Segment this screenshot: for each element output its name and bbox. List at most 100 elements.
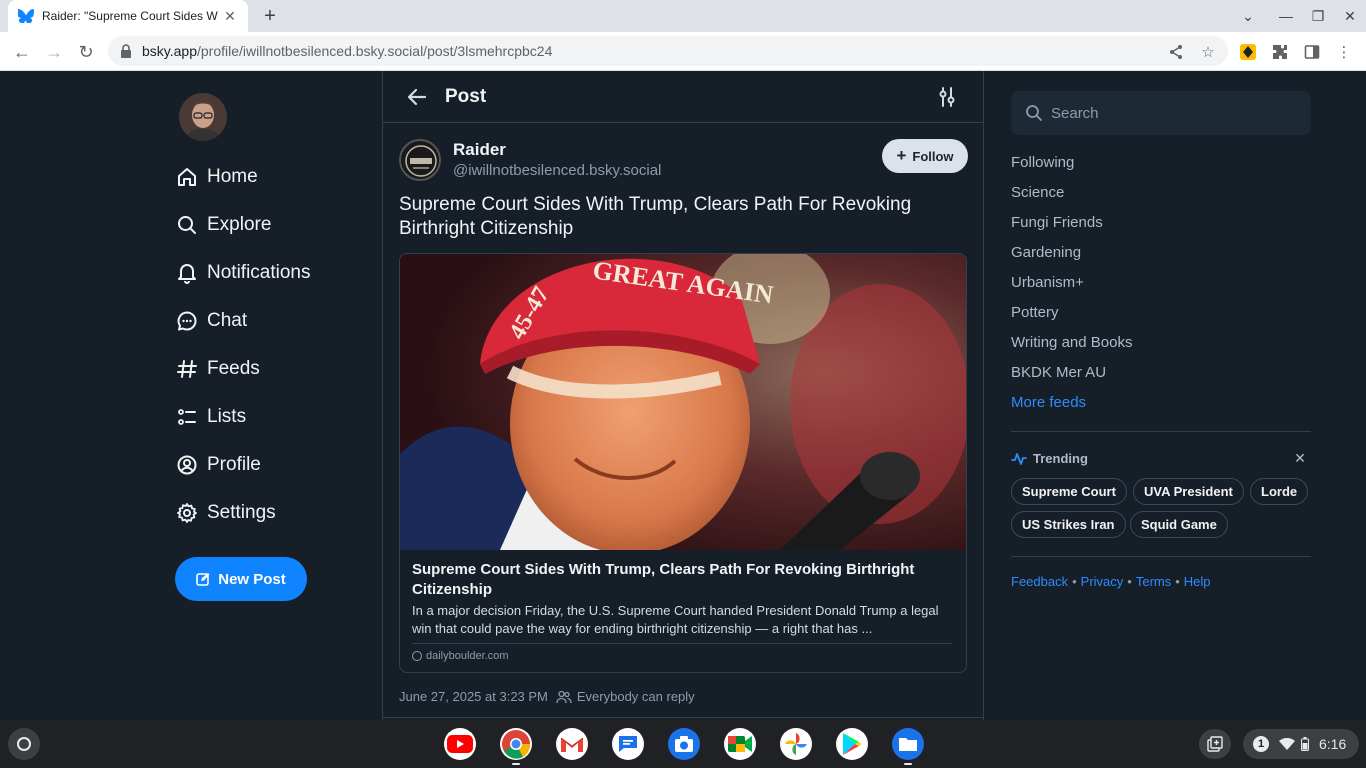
nav-home-label: Home [207, 166, 258, 187]
new-post-button[interactable]: New Post [175, 557, 307, 601]
footer-terms-link[interactable]: Terms [1136, 574, 1171, 589]
bluesky-page: Home Explore Notifications Chat Feeds Li… [0, 71, 1366, 720]
footer-help-link[interactable]: Help [1184, 574, 1211, 589]
footer-feedback-link[interactable]: Feedback [1011, 574, 1068, 589]
tab-title: Raider: "Supreme Court Sides Wi [42, 9, 218, 23]
url-path: /profile/iwillnotbesilenced.bsky.social/… [197, 43, 553, 59]
feed-link-science[interactable]: Science [1011, 184, 1064, 201]
close-window-icon[interactable]: ✕ [1340, 6, 1360, 26]
close-tab-icon[interactable]: ✕ [222, 8, 238, 24]
page-title: Post [445, 86, 487, 107]
trending-chip-us-strikes-iran[interactable]: US Strikes Iran [1011, 511, 1126, 538]
nav-explore-label: Explore [207, 214, 272, 235]
gmail-app-icon[interactable] [556, 728, 588, 760]
camera-app-icon[interactable] [668, 728, 700, 760]
separator-dot: • [1175, 574, 1180, 589]
extension-badge-icon[interactable] [1237, 41, 1259, 63]
trending-chip-lorde[interactable]: Lorde [1250, 478, 1309, 505]
notification-count-badge: 1 [1253, 736, 1269, 752]
reload-icon[interactable]: ↻ [73, 39, 99, 65]
trending-chip-supreme-court[interactable]: Supreme Court [1011, 478, 1127, 505]
user-avatar[interactable] [179, 93, 227, 141]
close-trending-icon[interactable]: ✕ [1293, 451, 1307, 465]
play-store-app-icon[interactable] [836, 728, 868, 760]
feed-link-gardening[interactable]: Gardening [1011, 244, 1081, 261]
thread-settings-icon[interactable] [935, 85, 959, 109]
post-timestamp[interactable]: June 27, 2025 at 3:23 PM [399, 689, 548, 704]
gear-icon [175, 501, 199, 525]
more-feeds-link[interactable]: More feeds [1011, 394, 1086, 411]
youtube-app-icon[interactable] [444, 728, 476, 760]
search-input[interactable]: Search [1011, 91, 1311, 135]
link-card[interactable]: GREAT AGAIN 45-47 Supreme Court Sides Wi… [399, 253, 967, 673]
nav-profile[interactable]: Profile [175, 447, 261, 483]
more-menu-icon[interactable]: ⋮ [1333, 41, 1355, 63]
share-icon[interactable] [1165, 41, 1187, 63]
nav-settings[interactable]: Settings [175, 495, 276, 531]
nav-notifications[interactable]: Notifications [175, 255, 311, 291]
nav-explore[interactable]: Explore [175, 207, 271, 243]
url-host: bsky.app [142, 43, 197, 59]
launcher-icon [17, 737, 31, 751]
link-card-divider [412, 643, 952, 644]
nav-lists[interactable]: Lists [175, 399, 246, 435]
nav-profile-label: Profile [207, 454, 261, 475]
meet-app-icon[interactable] [724, 728, 756, 760]
trending-title: Trending [1033, 451, 1088, 466]
post-header: Post [383, 71, 983, 123]
nav-lists-label: Lists [207, 406, 247, 427]
feed-link-bkdk-mer-au[interactable]: BKDK Mer AU [1011, 364, 1106, 381]
feed-link-writing-and-books[interactable]: Writing and Books [1011, 334, 1132, 351]
browser-tab[interactable]: Raider: "Supreme Court Sides Wi ✕ [8, 0, 248, 32]
nav-feeds-label: Feeds [207, 358, 260, 379]
search-icon [175, 213, 199, 237]
search-placeholder: Search [1051, 104, 1099, 122]
people-icon [556, 690, 572, 704]
back-arrow-icon[interactable]: ← [9, 39, 35, 65]
chrome-app-icon[interactable] [500, 728, 532, 760]
messages-app-icon[interactable] [612, 728, 644, 760]
bookmark-star-icon[interactable]: ☆ [1197, 41, 1219, 63]
nav-home[interactable]: Home [175, 159, 258, 195]
trending-chip-squid-game[interactable]: Squid Game [1130, 511, 1228, 538]
restore-icon[interactable]: ❐ [1308, 6, 1328, 26]
link-card-image: GREAT AGAIN 45-47 [400, 254, 966, 550]
follow-button[interactable]: + Follow [882, 139, 968, 173]
footer-privacy-link[interactable]: Privacy [1081, 574, 1124, 589]
feed-link-following[interactable]: Following [1011, 154, 1074, 171]
divider [1011, 556, 1311, 557]
back-arrow-icon[interactable] [405, 85, 429, 109]
running-indicator [512, 763, 520, 765]
launcher-button[interactable] [8, 728, 40, 760]
reply-setting[interactable]: Everybody can reply [577, 689, 695, 704]
browser-tab-strip: Raider: "Supreme Court Sides Wi ✕ + ⌄ — … [0, 0, 1366, 32]
tab-search-chevron-icon[interactable]: ⌄ [1238, 6, 1258, 26]
separator-dot: • [1072, 574, 1077, 589]
author-name[interactable]: Raider [453, 140, 506, 160]
link-card-domain-text: dailyboulder.com [426, 650, 509, 662]
virtual-desks-icon[interactable] [1199, 729, 1231, 759]
author-avatar[interactable] [399, 139, 441, 181]
feed-link-pottery[interactable]: Pottery [1011, 304, 1059, 321]
separator-dot: • [1127, 574, 1132, 589]
feed-link-urbanism[interactable]: Urbanism+ [1011, 274, 1084, 291]
forward-arrow-icon[interactable]: → [41, 39, 67, 65]
photos-app-icon[interactable] [780, 728, 812, 760]
extensions-puzzle-icon[interactable] [1269, 41, 1291, 63]
feed-link-fungi-friends[interactable]: Fungi Friends [1011, 214, 1103, 231]
author-handle[interactable]: @iwillnotbesilenced.bsky.social [453, 162, 661, 179]
post-meta: June 27, 2025 at 3:23 PM Everybody can r… [399, 689, 695, 704]
nav-feeds[interactable]: Feeds [175, 351, 260, 387]
new-tab-button[interactable]: + [258, 4, 282, 28]
system-tray[interactable]: 1 6:16 [1243, 729, 1359, 759]
trending-chip-uva-president[interactable]: UVA President [1133, 478, 1244, 505]
hash-icon [175, 357, 199, 381]
side-panel-icon[interactable] [1301, 41, 1323, 63]
divider [1011, 431, 1311, 432]
minimize-icon[interactable]: — [1276, 6, 1296, 26]
address-bar[interactable]: bsky.app/profile/iwillnotbesilenced.bsky… [108, 36, 1228, 66]
lock-icon [120, 44, 132, 58]
files-app-icon[interactable] [892, 728, 924, 760]
nav-chat[interactable]: Chat [175, 303, 247, 339]
bell-icon [175, 261, 199, 285]
